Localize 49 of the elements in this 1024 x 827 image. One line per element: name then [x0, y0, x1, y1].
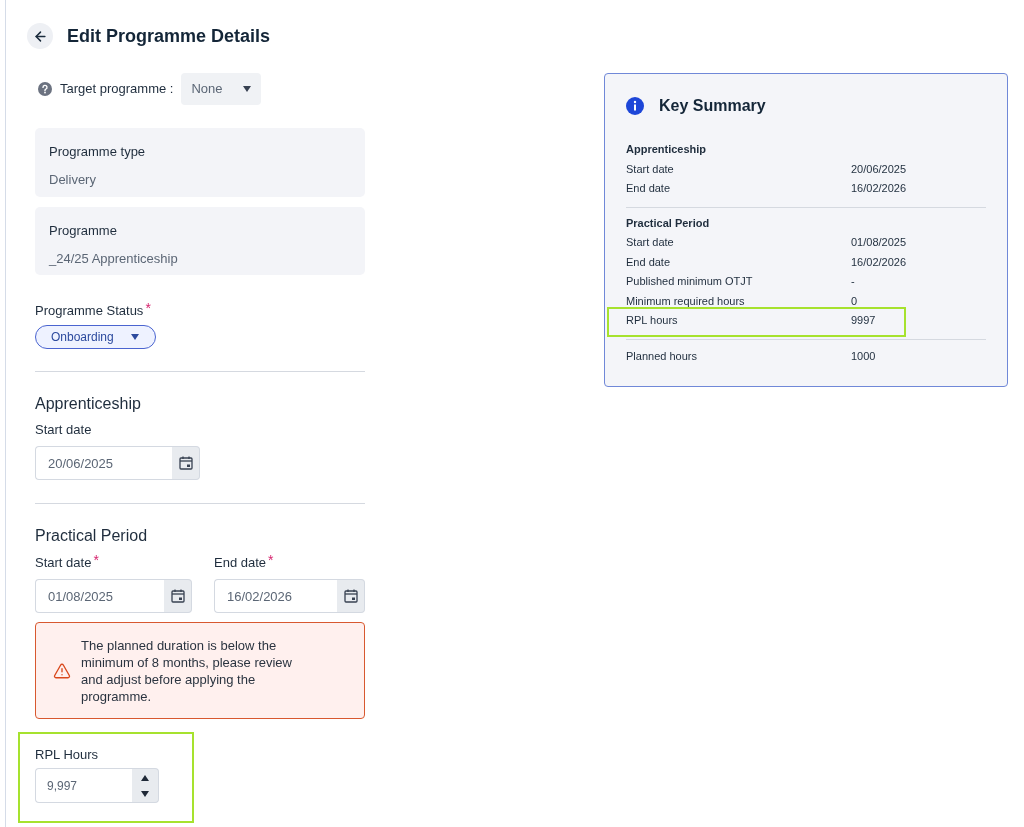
- section-heading: Practical Period: [35, 526, 149, 546]
- summary-section-heading: Practical Period: [626, 215, 711, 231]
- field-label: Programme Status: [35, 302, 144, 320]
- alert-message: The planned duration is below the minimum of 8 months, please review and adjust before applying the programme.: [81, 636, 293, 705]
- help-icon: [38, 82, 52, 96]
- summary-value: 9997: [851, 313, 876, 328]
- summary-value: 0: [851, 293, 858, 309]
- caret-icon: [243, 86, 252, 92]
- triangle-up-icon: [141, 774, 149, 781]
- page-title: Edit Programme Details: [67, 24, 271, 48]
- field-label: RPL Hours: [35, 746, 100, 763]
- summary-label: End date: [626, 254, 672, 270]
- back-button[interactable]: [27, 23, 53, 49]
- summary-value: 20/06/2025: [851, 161, 907, 177]
- summary-label: Published minimum OTJT: [626, 274, 754, 289]
- summary-title: Key Summary: [659, 96, 766, 116]
- summary-value: 1000: [851, 348, 876, 364]
- status-dropdown[interactable]: Onboarding: [35, 325, 156, 349]
- target-programme-dropdown[interactable]: None: [181, 73, 262, 105]
- number-input[interactable]: 9,997: [35, 768, 132, 803]
- triangle-down-icon: [141, 791, 149, 797]
- required-asterisk: *: [145, 301, 151, 315]
- summary-section-heading: Apprenticeship: [626, 142, 708, 157]
- card-value: _24/25 Apprenticeship: [49, 249, 179, 268]
- card-value: Delivery: [49, 170, 97, 189]
- summary-label: End date: [626, 181, 672, 196]
- card-label: Programme: [49, 222, 118, 240]
- summary-label: Start date: [626, 235, 675, 250]
- required-asterisk: *: [93, 553, 99, 567]
- summary-label: Planned hours: [626, 348, 698, 364]
- summary-label: Minimum required hours: [626, 293, 746, 309]
- target-programme-label: Target programme :: [60, 80, 174, 99]
- field-label: End date: [214, 554, 267, 572]
- field-label: Start date: [35, 421, 92, 439]
- summary-label: RPL hours: [626, 313, 679, 328]
- warning-icon: [53, 661, 71, 680]
- summary-value: 16/02/2026: [851, 254, 907, 270]
- section-heading: Apprenticeship: [35, 394, 142, 414]
- caret-icon: [130, 334, 139, 340]
- summary-label: Start date: [626, 161, 675, 177]
- summary-value: -: [851, 274, 855, 289]
- info-icon: [626, 97, 644, 115]
- field-label: Start date: [35, 554, 92, 572]
- increment-button[interactable]: [132, 768, 159, 786]
- card-label: Programme type: [49, 143, 147, 161]
- required-asterisk: *: [268, 553, 274, 567]
- summary-value: 16/02/2026: [851, 181, 907, 196]
- decrement-button[interactable]: [132, 786, 159, 803]
- summary-value: 01/08/2025: [851, 235, 907, 250]
